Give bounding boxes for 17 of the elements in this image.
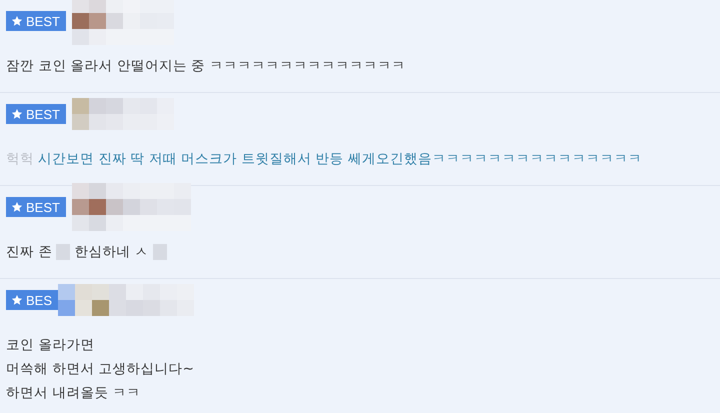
best-badge: BES <box>6 290 58 310</box>
comment-text: 진짜 존 <box>6 243 52 261</box>
star-icon <box>11 15 23 27</box>
best-badge: BEST <box>6 104 66 124</box>
comment-text: 잠깐 코인 올라서 안떨어지는 중 ㅋㅋㅋㅋㅋㅋㅋㅋㅋㅋㅋㅋㅋㅋ <box>6 57 406 75</box>
star-icon <box>11 201 23 213</box>
star-icon <box>11 108 23 120</box>
comment-text: 코인 올라가면 <box>6 336 94 354</box>
star-icon <box>11 294 23 306</box>
best-badge: BEST <box>6 11 66 31</box>
comment-text: 시간보면 진짜 딱 저때 머스크가 트윗질해서 반등 쎄게오긴했음ㅋㅋㅋㅋㅋㅋㅋㅋㅋㅋㅋㅋㅋㅋㅋ <box>38 150 642 168</box>
comment-text: 한심하네 ㅅ <box>74 243 149 261</box>
censored-block <box>56 244 70 260</box>
comment-text: 하면서 내려올듯 ㅋㅋ <box>6 384 141 402</box>
comment-text: 머쓱해 하면서 고생하십니다~ <box>6 360 194 378</box>
censored-block <box>152 244 167 260</box>
best-badge: BEST <box>6 197 66 217</box>
